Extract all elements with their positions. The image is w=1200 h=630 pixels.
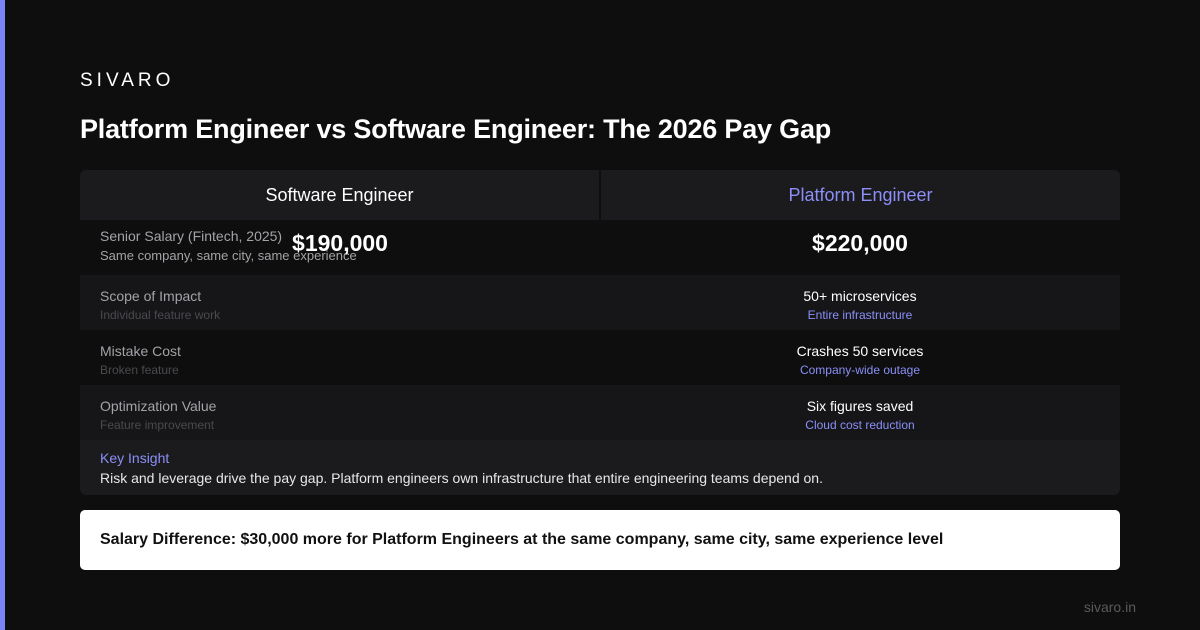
row-left-sublabel: Broken feature xyxy=(100,363,179,377)
column-header-platform-engineer: Platform Engineer xyxy=(601,170,1120,220)
row-right-value: Six figures saved xyxy=(806,398,914,414)
page-title: Platform Engineer vs Software Engineer: … xyxy=(80,114,832,144)
brand-logo: SIVARO xyxy=(80,70,175,91)
salary-difference-callout: Salary Difference: $30,000 more for Plat… xyxy=(80,510,1120,570)
software-engineer-salary: $190,000 xyxy=(292,230,388,256)
row-right-sublabel: Company-wide outage xyxy=(799,363,921,377)
key-insight-text: Risk and leverage drive the pay gap. Pla… xyxy=(100,470,823,486)
column-header-software-engineer: Software Engineer xyxy=(80,170,599,220)
row-label: Optimization Value xyxy=(100,398,217,414)
row-right-value: 50+ microservices xyxy=(803,288,917,304)
row-right-sublabel: Entire infrastructure xyxy=(807,308,913,322)
row-left-sublabel: Feature improvement xyxy=(100,418,215,432)
table-row: Mistake Cost Broken feature Crashes 50 s… xyxy=(80,330,1120,385)
row-label: Scope of Impact xyxy=(100,288,202,304)
row-right-sublabel: Cloud cost reduction xyxy=(805,418,915,432)
platform-engineer-salary: $220,000 xyxy=(812,230,908,256)
table-row: Scope of Impact Individual feature work … xyxy=(80,275,1120,330)
row-left-sublabel: Individual feature work xyxy=(100,308,221,322)
footer-url: sivaro.in xyxy=(1083,599,1136,615)
key-insight-panel: Key Insight Risk and leverage drive the … xyxy=(80,440,1120,495)
table-row: Optimization Value Feature improvement S… xyxy=(80,385,1120,440)
salary-difference-text: Salary Difference: $30,000 more for Plat… xyxy=(100,531,944,548)
row-label: Mistake Cost xyxy=(100,343,181,359)
accent-bar xyxy=(0,0,5,630)
salary-row: Senior Salary (Fintech, 2025) Same compa… xyxy=(80,220,1120,275)
table-header: Software Engineer Platform Engineer xyxy=(80,170,1120,220)
row-right-value: Crashes 50 services xyxy=(796,343,924,359)
comparison-table: Software Engineer Platform Engineer Seni… xyxy=(80,170,1120,440)
key-insight-title: Key Insight xyxy=(100,450,170,466)
